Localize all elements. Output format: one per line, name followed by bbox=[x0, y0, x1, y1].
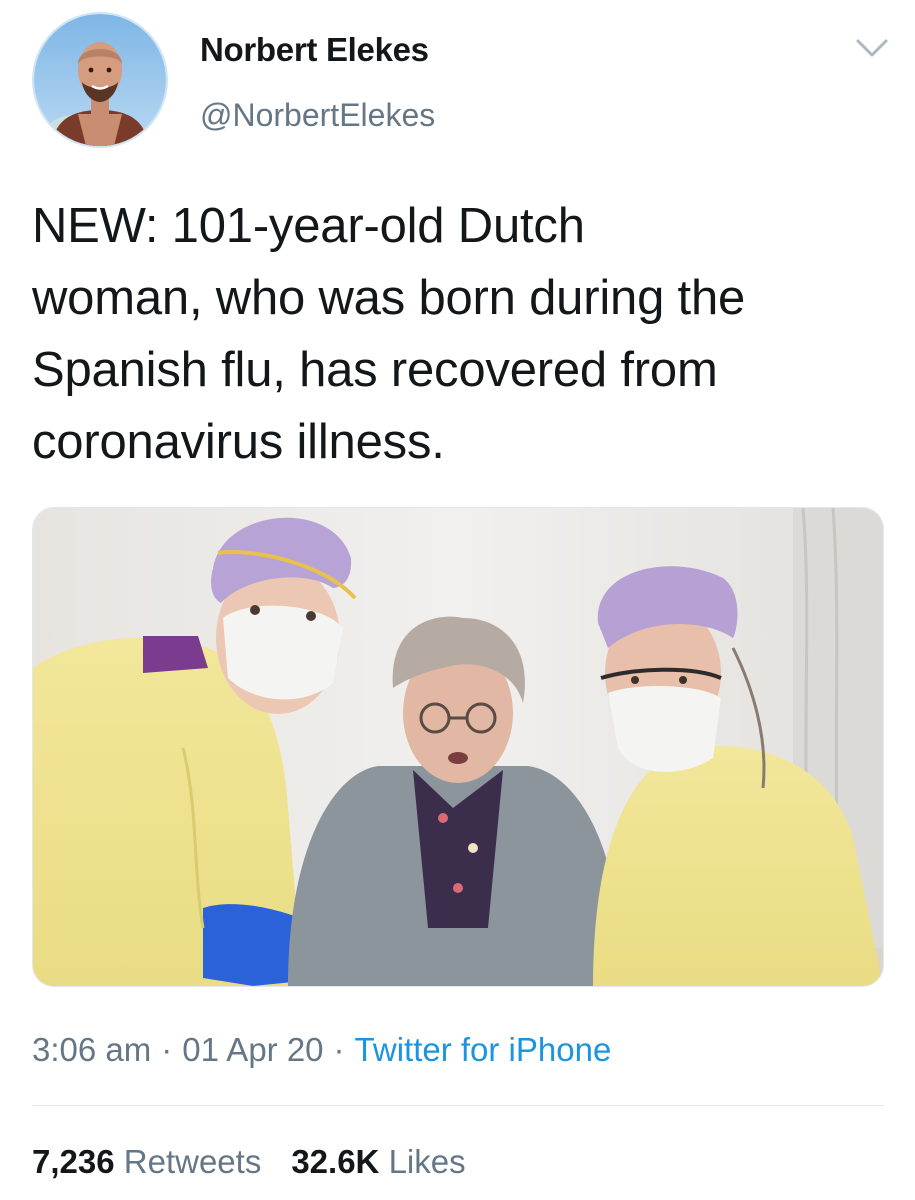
tweet-text-line: coronavirus illness. bbox=[32, 415, 445, 469]
photo-illustration bbox=[33, 508, 883, 986]
likes-count: 32.6K bbox=[291, 1143, 380, 1180]
likes-stat[interactable]: 32.6K Likes bbox=[291, 1143, 465, 1180]
tweet-meta: 3:06 am · 01 Apr 20 · Twitter for iPhone bbox=[32, 1028, 611, 1072]
author-handle[interactable]: @NorbertElekes bbox=[200, 95, 435, 135]
tweet-time[interactable]: 3:06 am bbox=[32, 1031, 151, 1068]
meta-separator: · bbox=[161, 1031, 173, 1068]
avatar-photo bbox=[34, 14, 166, 146]
tweet-stats: 7,236 Retweets 32.6K Likes bbox=[32, 1140, 466, 1184]
tweet-text: NEW: 101-year-old Dutch woman, who was b… bbox=[32, 190, 892, 478]
tweet-photo[interactable] bbox=[32, 507, 884, 987]
chevron-down-icon[interactable] bbox=[854, 36, 890, 60]
divider bbox=[32, 1105, 884, 1106]
likes-label: Likes bbox=[388, 1143, 466, 1180]
retweets-count: 7,236 bbox=[32, 1143, 115, 1180]
tweet-source-link[interactable]: Twitter for iPhone bbox=[355, 1031, 612, 1068]
author-display-name[interactable]: Norbert Elekes bbox=[200, 30, 429, 70]
avatar[interactable] bbox=[32, 12, 168, 148]
retweets-label: Retweets bbox=[123, 1143, 262, 1180]
meta-separator: · bbox=[333, 1031, 345, 1068]
tweet-text-line: NEW: 101-year-old Dutch bbox=[32, 199, 585, 253]
tweet-text-line: Spanish flu, has recovered from bbox=[32, 343, 718, 397]
retweets-stat[interactable]: 7,236 Retweets bbox=[32, 1143, 261, 1180]
tweet-date[interactable]: 01 Apr 20 bbox=[182, 1031, 323, 1068]
tweet-text-line: woman, who was born during the bbox=[32, 271, 746, 325]
